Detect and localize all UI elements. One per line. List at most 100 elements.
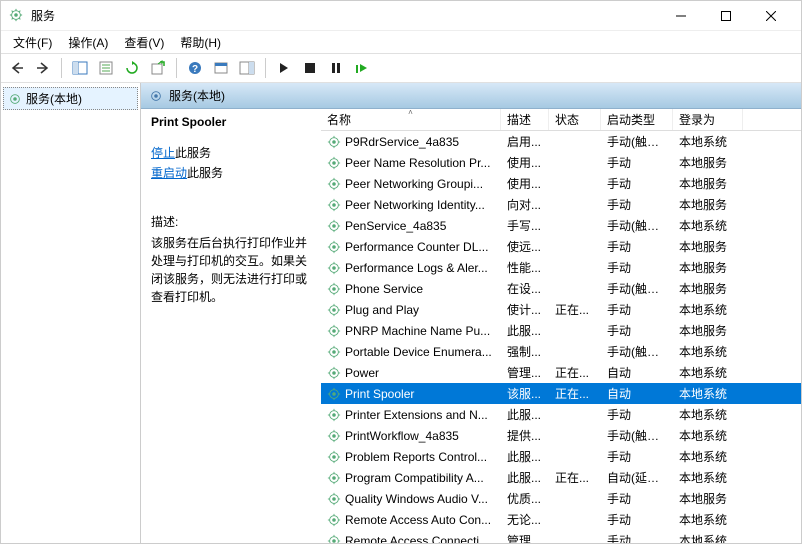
tree-pane: 服务(本地) xyxy=(1,83,141,543)
service-row[interactable]: Peer Name Resolution Pr...使用...手动本地服务 xyxy=(321,152,801,173)
menu-help[interactable]: 帮助(H) xyxy=(172,32,229,53)
cell-name: Printer Extensions and N... xyxy=(321,408,501,422)
cell-desc: 提供... xyxy=(501,427,549,444)
main-pane: 服务(本地) Print Spooler 停止此服务 重启动此服务 描述: 该服… xyxy=(141,83,801,543)
nav-back-button[interactable] xyxy=(5,56,29,80)
gear-icon xyxy=(327,471,341,485)
cell-startup: 自动 xyxy=(601,364,673,381)
cell-desc: 管理... xyxy=(501,532,549,543)
menu-file[interactable]: 文件(F) xyxy=(5,32,60,53)
cell-status: 正在... xyxy=(549,301,601,318)
cell-logon: 本地服务 xyxy=(673,238,743,255)
refresh-button[interactable] xyxy=(120,56,144,80)
cell-name: Remote Access Auto Con... xyxy=(321,513,501,527)
cell-startup: 手动 xyxy=(601,196,673,213)
toolbar-separator xyxy=(61,58,62,78)
gear-icon xyxy=(327,261,341,275)
cell-logon: 本地服务 xyxy=(673,259,743,276)
cell-name: PNRP Machine Name Pu... xyxy=(321,324,501,338)
service-row[interactable]: P9RdrService_4a835启用...手动(触发...本地系统 xyxy=(321,131,801,152)
cell-startup: 手动 xyxy=(601,301,673,318)
service-row[interactable]: Phone Service在设...手动(触发...本地服务 xyxy=(321,278,801,299)
menu-action[interactable]: 操作(A) xyxy=(60,32,116,53)
show-hide-tree-button[interactable] xyxy=(68,56,92,80)
service-row[interactable]: Print Spooler该服...正在...自动本地系统 xyxy=(321,383,801,404)
service-row[interactable]: PNRP Machine Name Pu...此服...手动本地服务 xyxy=(321,320,801,341)
gear-icon xyxy=(327,240,341,254)
menu-view[interactable]: 查看(V) xyxy=(116,32,172,53)
service-row[interactable]: Printer Extensions and N...此服...手动本地系统 xyxy=(321,404,801,425)
restart-service-suffix: 此服务 xyxy=(187,166,223,180)
service-row[interactable]: PrintWorkflow_4a835提供...手动(触发...本地系统 xyxy=(321,425,801,446)
service-row[interactable]: Remote Access Auto Con...无论...手动本地系统 xyxy=(321,509,801,530)
service-row[interactable]: Performance Counter DL...使远...手动本地服务 xyxy=(321,236,801,257)
cell-logon: 本地系统 xyxy=(673,385,743,402)
stop-service-button[interactable] xyxy=(298,56,322,80)
pause-service-button[interactable] xyxy=(324,56,348,80)
detail-pane: Print Spooler 停止此服务 重启动此服务 描述: 该服务在后台执行打… xyxy=(141,109,321,543)
list-body[interactable]: P9RdrService_4a835启用...手动(触发...本地系统Peer … xyxy=(321,131,801,543)
cell-desc: 使用... xyxy=(501,154,549,171)
column-header-name[interactable]: 名称˄ xyxy=(321,109,501,130)
service-row[interactable]: Peer Networking Identity...向对...手动本地服务 xyxy=(321,194,801,215)
restart-service-link[interactable]: 重启动 xyxy=(151,166,187,180)
cell-logon: 本地服务 xyxy=(673,154,743,171)
cell-desc: 此服... xyxy=(501,469,549,486)
maximize-button[interactable] xyxy=(703,2,748,30)
cell-desc: 强制... xyxy=(501,343,549,360)
column-header-logon[interactable]: 登录为 xyxy=(673,109,743,130)
cell-status: 正在... xyxy=(549,385,601,402)
service-row[interactable]: Quality Windows Audio V...优质...手动本地服务 xyxy=(321,488,801,509)
minimize-button[interactable] xyxy=(658,2,703,30)
description-label: 描述: xyxy=(151,213,311,230)
service-row[interactable]: Plug and Play使计...正在...手动本地系统 xyxy=(321,299,801,320)
service-row[interactable]: Program Compatibility A...此服...正在...自动(延… xyxy=(321,467,801,488)
tree-item-services-local[interactable]: 服务(本地) xyxy=(3,87,138,110)
properties-button[interactable] xyxy=(94,56,118,80)
gear-icon xyxy=(149,89,163,103)
cell-name: PenService_4a835 xyxy=(321,219,501,233)
service-row[interactable]: Problem Reports Control...此服...手动本地系统 xyxy=(321,446,801,467)
gear-icon xyxy=(327,534,341,544)
cell-logon: 本地系统 xyxy=(673,217,743,234)
cell-logon: 本地服务 xyxy=(673,322,743,339)
nav-forward-button[interactable] xyxy=(31,56,55,80)
service-row[interactable]: Portable Device Enumera...强制...手动(触发...本… xyxy=(321,341,801,362)
service-row[interactable]: Power管理...正在...自动本地系统 xyxy=(321,362,801,383)
cell-name: Performance Logs & Aler... xyxy=(321,261,501,275)
action-pane-button[interactable] xyxy=(235,56,259,80)
gear-icon xyxy=(327,492,341,506)
services-window: 服务 文件(F) 操作(A) 查看(V) 帮助(H) ? xyxy=(0,0,802,544)
main-body: Print Spooler 停止此服务 重启动此服务 描述: 该服务在后台执行打… xyxy=(141,109,801,543)
export-button[interactable] xyxy=(146,56,170,80)
cell-name: PrintWorkflow_4a835 xyxy=(321,429,501,443)
start-service-button[interactable] xyxy=(272,56,296,80)
cell-startup: 手动(触发... xyxy=(601,427,673,444)
cell-logon: 本地系统 xyxy=(673,343,743,360)
column-header-desc[interactable]: 描述 xyxy=(501,109,549,130)
restart-service-button[interactable] xyxy=(350,56,374,80)
stop-service-suffix: 此服务 xyxy=(175,146,211,160)
cell-desc: 启用... xyxy=(501,133,549,150)
cell-logon: 本地系统 xyxy=(673,301,743,318)
cell-startup: 手动(触发... xyxy=(601,133,673,150)
gear-icon xyxy=(327,303,341,317)
cell-startup: 手动 xyxy=(601,511,673,528)
service-row[interactable]: PenService_4a835手写...手动(触发...本地系统 xyxy=(321,215,801,236)
column-header-status[interactable]: 状态 xyxy=(549,109,601,130)
column-header-startup[interactable]: 启动类型 xyxy=(601,109,673,130)
cell-logon: 本地服务 xyxy=(673,175,743,192)
cell-startup: 手动 xyxy=(601,490,673,507)
cell-name: Remote Access Connecti... xyxy=(321,534,501,544)
stop-service-link[interactable]: 停止 xyxy=(151,146,175,160)
gear-icon xyxy=(327,450,341,464)
dialog-button[interactable] xyxy=(209,56,233,80)
help-button[interactable]: ? xyxy=(183,56,207,80)
close-button[interactable] xyxy=(748,2,793,30)
service-row[interactable]: Peer Networking Groupi...使用...手动本地服务 xyxy=(321,173,801,194)
service-row[interactable]: Remote Access Connecti...管理...手动本地系统 xyxy=(321,530,801,543)
gear-icon xyxy=(327,408,341,422)
window-controls xyxy=(658,2,793,30)
service-row[interactable]: Performance Logs & Aler...性能...手动本地服务 xyxy=(321,257,801,278)
gear-icon xyxy=(327,282,341,296)
